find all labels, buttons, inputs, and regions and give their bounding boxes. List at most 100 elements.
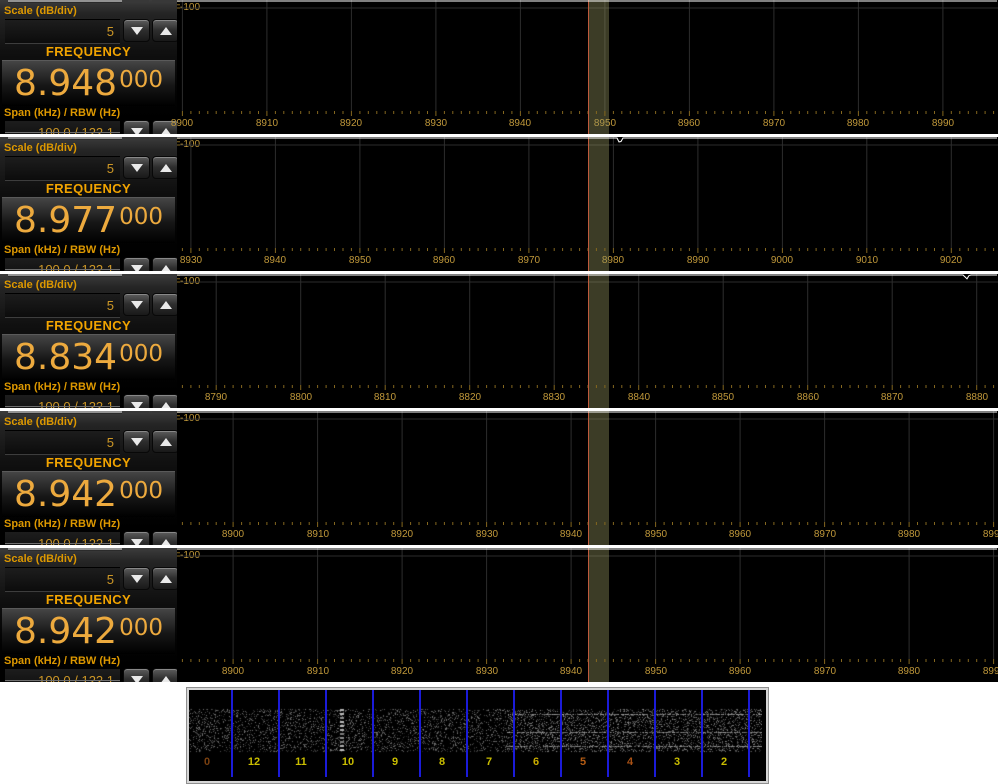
frequency-value-mhz: 8.942: [14, 611, 117, 652]
channel-number-label[interactable]: 8: [430, 753, 454, 771]
frequency-display[interactable]: 8.977000: [2, 197, 175, 243]
arrow-down-icon: [131, 301, 143, 309]
arrow-down-icon: [131, 438, 143, 446]
scale-down-button[interactable]: [123, 19, 150, 42]
span-down-button[interactable]: [123, 120, 150, 134]
scale-value: 5: [5, 20, 120, 39]
span-up-button[interactable]: [152, 668, 179, 682]
frequency-display[interactable]: 8.834000: [2, 334, 175, 380]
channel-number-label[interactable]: 2: [712, 753, 736, 771]
frequency-display[interactable]: 8.942000: [2, 471, 175, 517]
arrow-up-icon: [160, 27, 172, 35]
scale-input[interactable]: 5: [5, 19, 120, 44]
clipped-button-remnant: [123, 137, 149, 140]
grid-lines: [177, 411, 998, 522]
channel-number-label[interactable]: 11: [289, 753, 313, 771]
channel-number-label[interactable]: 4: [618, 753, 642, 771]
frequency-display[interactable]: 8.948000: [2, 60, 175, 106]
arrow-down-icon: [131, 265, 143, 272]
scale-input[interactable]: 5: [5, 430, 120, 455]
channel-number-label[interactable]: 10: [336, 753, 360, 771]
span-rbw-label: Span (kHz) / RBW (Hz): [4, 655, 120, 667]
frequency-value-mhz: 8.942: [14, 474, 117, 515]
scale-down-button[interactable]: [123, 293, 150, 316]
spectrum-plot[interactable]: -100-105-110-115-120-125-130890089108920…: [177, 548, 998, 682]
frequency-title: FREQUENCY: [0, 455, 177, 470]
receiver-sidebar: Scale (dB/div) 5 FREQUENCY 8.942000 Span…: [0, 548, 177, 682]
channel-number-label[interactable]: 12: [242, 753, 266, 771]
span-rbw-label: Span (kHz) / RBW (Hz): [4, 107, 120, 119]
channel-divider-line: [231, 690, 233, 777]
frequency-value-mhz: 8.948: [14, 63, 117, 104]
waterfall-display[interactable]: 0 12 11 10 9 8 7 6 5 4 3 2: [187, 688, 768, 783]
spectrum-plot[interactable]: -100-105-110-115-120-125-130879088008810…: [177, 274, 998, 408]
clipped-button-remnant: [152, 0, 178, 3]
clipped-input-remnant: [8, 137, 122, 140]
channel-number-label[interactable]: 5: [571, 753, 595, 771]
scale-value: 5: [5, 431, 120, 450]
scale-down-button[interactable]: [123, 156, 150, 179]
input-bottom-edge: [5, 406, 120, 407]
channel-divider-line: [607, 690, 609, 777]
scale-label: Scale (dB/div): [4, 5, 77, 17]
receiver-panel: Scale (dB/div) 5 FREQUENCY 8.948000 Span…: [0, 0, 998, 134]
span-rbw-label: Span (kHz) / RBW (Hz): [4, 244, 120, 256]
span-down-button[interactable]: [123, 668, 150, 682]
span-down-button[interactable]: [123, 394, 150, 408]
arrow-up-icon: [160, 164, 172, 172]
frequency-display[interactable]: 8.942000: [2, 608, 175, 654]
frequency-value-hz: 000: [119, 478, 163, 504]
clipped-input-remnant: [8, 0, 122, 3]
scale-up-button[interactable]: [152, 430, 179, 453]
arrow-up-icon: [160, 402, 172, 409]
channel-number-label[interactable]: 3: [665, 753, 689, 771]
arrow-up-icon: [160, 301, 172, 309]
scale-input[interactable]: 5: [5, 567, 120, 592]
channel-number-label[interactable]: 9: [383, 753, 407, 771]
scale-input[interactable]: 5: [5, 293, 120, 318]
clipped-button-remnant: [123, 548, 149, 551]
arrow-up-icon: [160, 438, 172, 446]
span-up-button[interactable]: [152, 394, 179, 408]
spectrum-plot[interactable]: -100-105-110-115-120-125-130893089408950…: [177, 137, 998, 271]
scale-down-button[interactable]: [123, 567, 150, 590]
span-down-button[interactable]: [123, 257, 150, 271]
channel-divider-line: [748, 690, 750, 777]
arrow-down-icon: [131, 575, 143, 583]
axis-ticks: [177, 548, 994, 664]
clipped-button-remnant: [152, 137, 178, 140]
grid-lines: [177, 0, 998, 111]
channel-divider-line: [513, 690, 515, 777]
channel-divider-line: [466, 690, 468, 777]
spectrum-svg: [177, 411, 998, 545]
scale-up-button[interactable]: [152, 156, 179, 179]
scale-up-button[interactable]: [152, 567, 179, 590]
span-up-button[interactable]: [152, 531, 179, 545]
channel-divider-line: [372, 690, 374, 777]
span-down-button[interactable]: [123, 531, 150, 545]
spectrum-plot[interactable]: -100-105-110-115-120-125-130890089108920…: [177, 0, 998, 134]
scale-label: Scale (dB/div): [4, 553, 77, 565]
arrow-down-icon: [131, 539, 143, 546]
channel-number-label[interactable]: 7: [477, 753, 501, 771]
scale-down-button[interactable]: [123, 430, 150, 453]
scale-input[interactable]: 5: [5, 156, 120, 181]
receiver-sidebar: Scale (dB/div) 5 FREQUENCY 8.834000 Span…: [0, 274, 177, 408]
channel-divider-line: [560, 690, 562, 777]
grid-lines: [177, 137, 998, 248]
scale-up-button[interactable]: [152, 293, 179, 316]
receiver-panel: Scale (dB/div) 5 FREQUENCY 8.977000 Span…: [0, 137, 998, 271]
scale-up-button[interactable]: [152, 19, 179, 42]
arrow-down-icon: [131, 402, 143, 409]
frequency-title: FREQUENCY: [0, 181, 177, 196]
clipped-button-remnant: [123, 411, 149, 414]
input-bottom-edge: [5, 269, 120, 270]
channel-divider-line: [325, 690, 327, 777]
channel-number-label[interactable]: 6: [524, 753, 548, 771]
arrow-up-icon: [160, 676, 172, 683]
axis-ticks: [177, 0, 994, 116]
arrow-up-icon: [160, 575, 172, 583]
spectrum-plot[interactable]: -100-105-110-115-120-125-130890089108920…: [177, 411, 998, 545]
axis-ticks: [177, 274, 994, 390]
channel-number-label[interactable]: 0: [195, 753, 219, 771]
